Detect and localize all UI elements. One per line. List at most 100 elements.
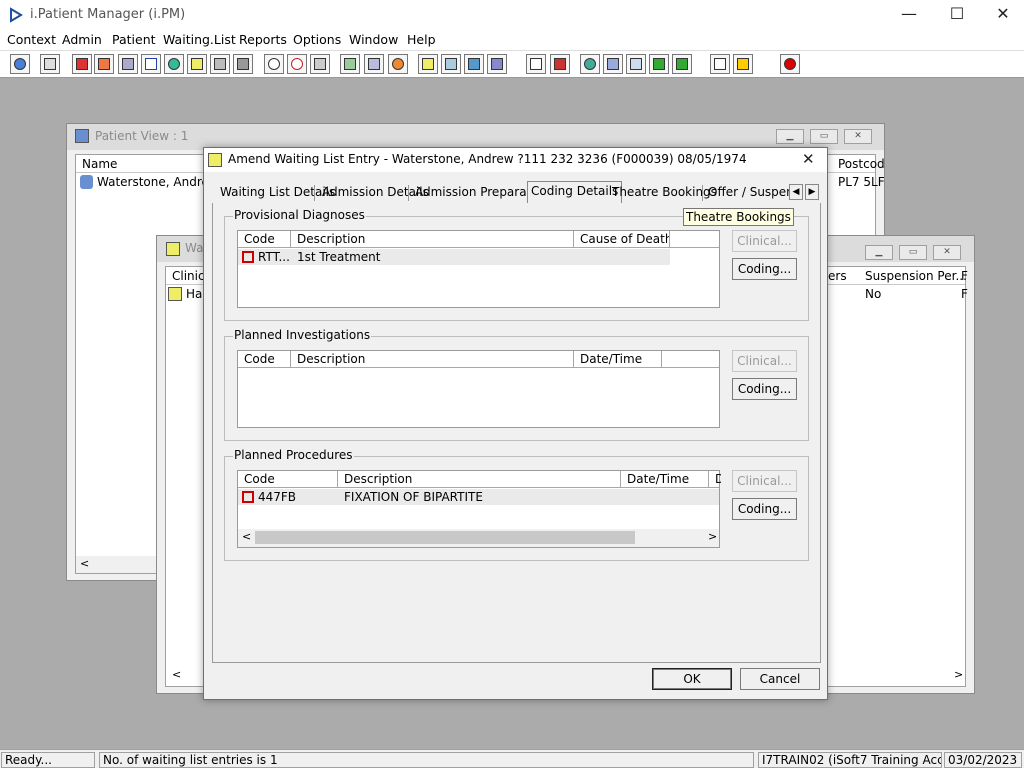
monitor-icon[interactable] <box>310 54 330 74</box>
search-icon[interactable] <box>264 54 284 74</box>
diagnoses-clinical-button[interactable]: Clinical... <box>732 230 797 252</box>
transport-icon[interactable] <box>210 54 230 74</box>
bed-icon[interactable] <box>233 54 253 74</box>
column-description[interactable]: Description <box>338 471 621 488</box>
forms-icon[interactable] <box>364 54 384 74</box>
globe-icon[interactable] <box>580 54 600 74</box>
investigations-coding-button[interactable]: Coding... <box>732 378 797 400</box>
menu-window[interactable]: Window <box>349 32 398 47</box>
ok-button[interactable]: OK <box>652 668 732 690</box>
tab-scroll-left-button[interactable]: ◀ <box>789 184 803 200</box>
waiting-list-restore[interactable]: ▭ <box>899 245 927 260</box>
schedule-icon[interactable] <box>340 54 360 74</box>
coding-details-panel: Provisional Diagnoses Code Description C… <box>212 203 821 663</box>
planned-procedures-list[interactable]: Code Description Date/Time D 447FB FIXAT… <box>237 470 721 548</box>
person-icon[interactable] <box>487 54 507 74</box>
procedure-description: FIXATION OF BIPARTITE <box>344 490 483 504</box>
referral-icon[interactable] <box>72 54 92 74</box>
column-suspension-period[interactable]: Suspension Per... <box>865 269 967 283</box>
waiting-list-entry-icon <box>208 153 222 167</box>
clock-icon[interactable] <box>287 54 307 74</box>
column-name[interactable]: Name <box>82 157 117 171</box>
column-postcode[interactable]: Postcod <box>838 157 885 171</box>
menu-options[interactable]: Options <box>293 32 341 47</box>
column-date-time[interactable]: Date/Time <box>621 471 709 488</box>
column-ers[interactable]: ers <box>828 269 847 283</box>
investigations-clinical-button[interactable]: Clinical... <box>732 350 797 372</box>
car-icon[interactable] <box>464 54 484 74</box>
menu-admin[interactable]: Admin <box>62 32 102 47</box>
amend-waiting-list-dialog: Amend Waiting List Entry - Waterstone, A… <box>203 147 828 700</box>
waiting-list-icon[interactable] <box>418 54 438 74</box>
column-code[interactable]: Code <box>238 231 291 248</box>
transfer-icon[interactable] <box>710 54 730 74</box>
column-f[interactable]: F <box>961 269 968 283</box>
planned-investigations-label: Planned Investigations <box>233 328 372 342</box>
tick-icon[interactable] <box>626 54 646 74</box>
cancel-button[interactable]: Cancel <box>740 668 820 690</box>
column-d[interactable]: D <box>709 471 721 488</box>
procedure-code: 447FB <box>258 490 297 504</box>
column-description[interactable]: Description <box>291 351 574 368</box>
maximize-button[interactable]: ☐ <box>934 0 980 30</box>
scroll-left-icon[interactable]: < <box>242 530 251 543</box>
tab-divider <box>314 185 315 201</box>
patient-postcode: PL7 5LF <box>838 175 885 189</box>
diagnoses-coding-button[interactable]: Coding... <box>732 258 797 280</box>
time-icon[interactable] <box>388 54 408 74</box>
document-icon[interactable] <box>118 54 138 74</box>
diagnosis-code: RTT... <box>258 250 290 264</box>
provisional-diagnoses-label: Provisional Diagnoses <box>233 208 366 222</box>
chart-icon[interactable] <box>550 54 570 74</box>
toolbar <box>0 50 1024 78</box>
menu-waiting-list[interactable]: Waiting.List <box>163 32 236 47</box>
procedures-clinical-button[interactable]: Clinical... <box>732 470 797 492</box>
menu-help[interactable]: Help <box>407 32 436 47</box>
folder-icon[interactable] <box>603 54 623 74</box>
waiting-list-icon <box>166 242 180 256</box>
column-code[interactable]: Code <box>238 351 291 368</box>
printer-icon[interactable] <box>40 54 60 74</box>
close-button[interactable]: ✕ <box>980 0 1024 30</box>
procedures-coding-button[interactable]: Coding... <box>732 498 797 520</box>
patient-view-restore[interactable]: ▭ <box>810 129 838 144</box>
column-description[interactable]: Description <box>291 231 574 248</box>
menu-reports[interactable]: Reports <box>239 32 287 47</box>
menu-context[interactable]: Context <box>7 32 56 47</box>
patient-view-minimize[interactable]: ▁ <box>776 129 804 144</box>
diagnosis-row[interactable]: RTT... 1st Treatment <box>238 249 670 265</box>
scroll-left-icon[interactable]: < <box>172 668 181 681</box>
column-code[interactable]: Code <box>238 471 338 488</box>
patient-icon[interactable] <box>10 54 30 74</box>
doctor-icon[interactable] <box>164 54 184 74</box>
tab-theatre-bookings[interactable]: Theatre Bookings <box>609 183 720 203</box>
admission-icon[interactable] <box>94 54 114 74</box>
exit-icon[interactable] <box>780 54 800 74</box>
letter-m-icon[interactable] <box>141 54 161 74</box>
page-icon[interactable] <box>526 54 546 74</box>
waiting-list-minimize[interactable]: ▁ <box>865 245 893 260</box>
status-state: Ready... <box>1 752 95 768</box>
waiting-list-close[interactable]: ✕ <box>933 245 961 260</box>
column-date-time[interactable]: Date/Time <box>574 351 662 368</box>
menu-patient[interactable]: Patient <box>112 32 156 47</box>
scroll-right-icon[interactable]: > <box>954 668 963 681</box>
move-icon[interactable] <box>649 54 669 74</box>
scroll-right-icon[interactable]: > <box>708 530 717 543</box>
warning-icon[interactable] <box>733 54 753 74</box>
notes-icon[interactable] <box>187 54 207 74</box>
column-cause-of-death[interactable]: Cause of Death <box>574 231 670 248</box>
provisional-diagnoses-list[interactable]: Code Description Cause of Death RTT... 1… <box>237 230 720 308</box>
waiting-list-suspension: No <box>865 287 882 301</box>
tab-scroll-right-button[interactable]: ▶ <box>805 184 819 200</box>
procedure-row[interactable]: 447FB FIXATION OF BIPARTITE <box>238 489 719 505</box>
dialog-close-button[interactable]: ✕ <box>802 150 815 168</box>
checklist-icon[interactable] <box>441 54 461 74</box>
scrollbar-thumb[interactable] <box>255 531 635 544</box>
minimize-button[interactable]: — <box>886 0 932 30</box>
planned-investigations-list[interactable]: Code Description Date/Time <box>237 350 720 428</box>
refresh-icon[interactable] <box>672 54 692 74</box>
horizontal-scrollbar[interactable]: < > <box>238 529 719 547</box>
patient-view-close[interactable]: ✕ <box>844 129 872 144</box>
scroll-left-icon[interactable]: < <box>80 557 89 570</box>
